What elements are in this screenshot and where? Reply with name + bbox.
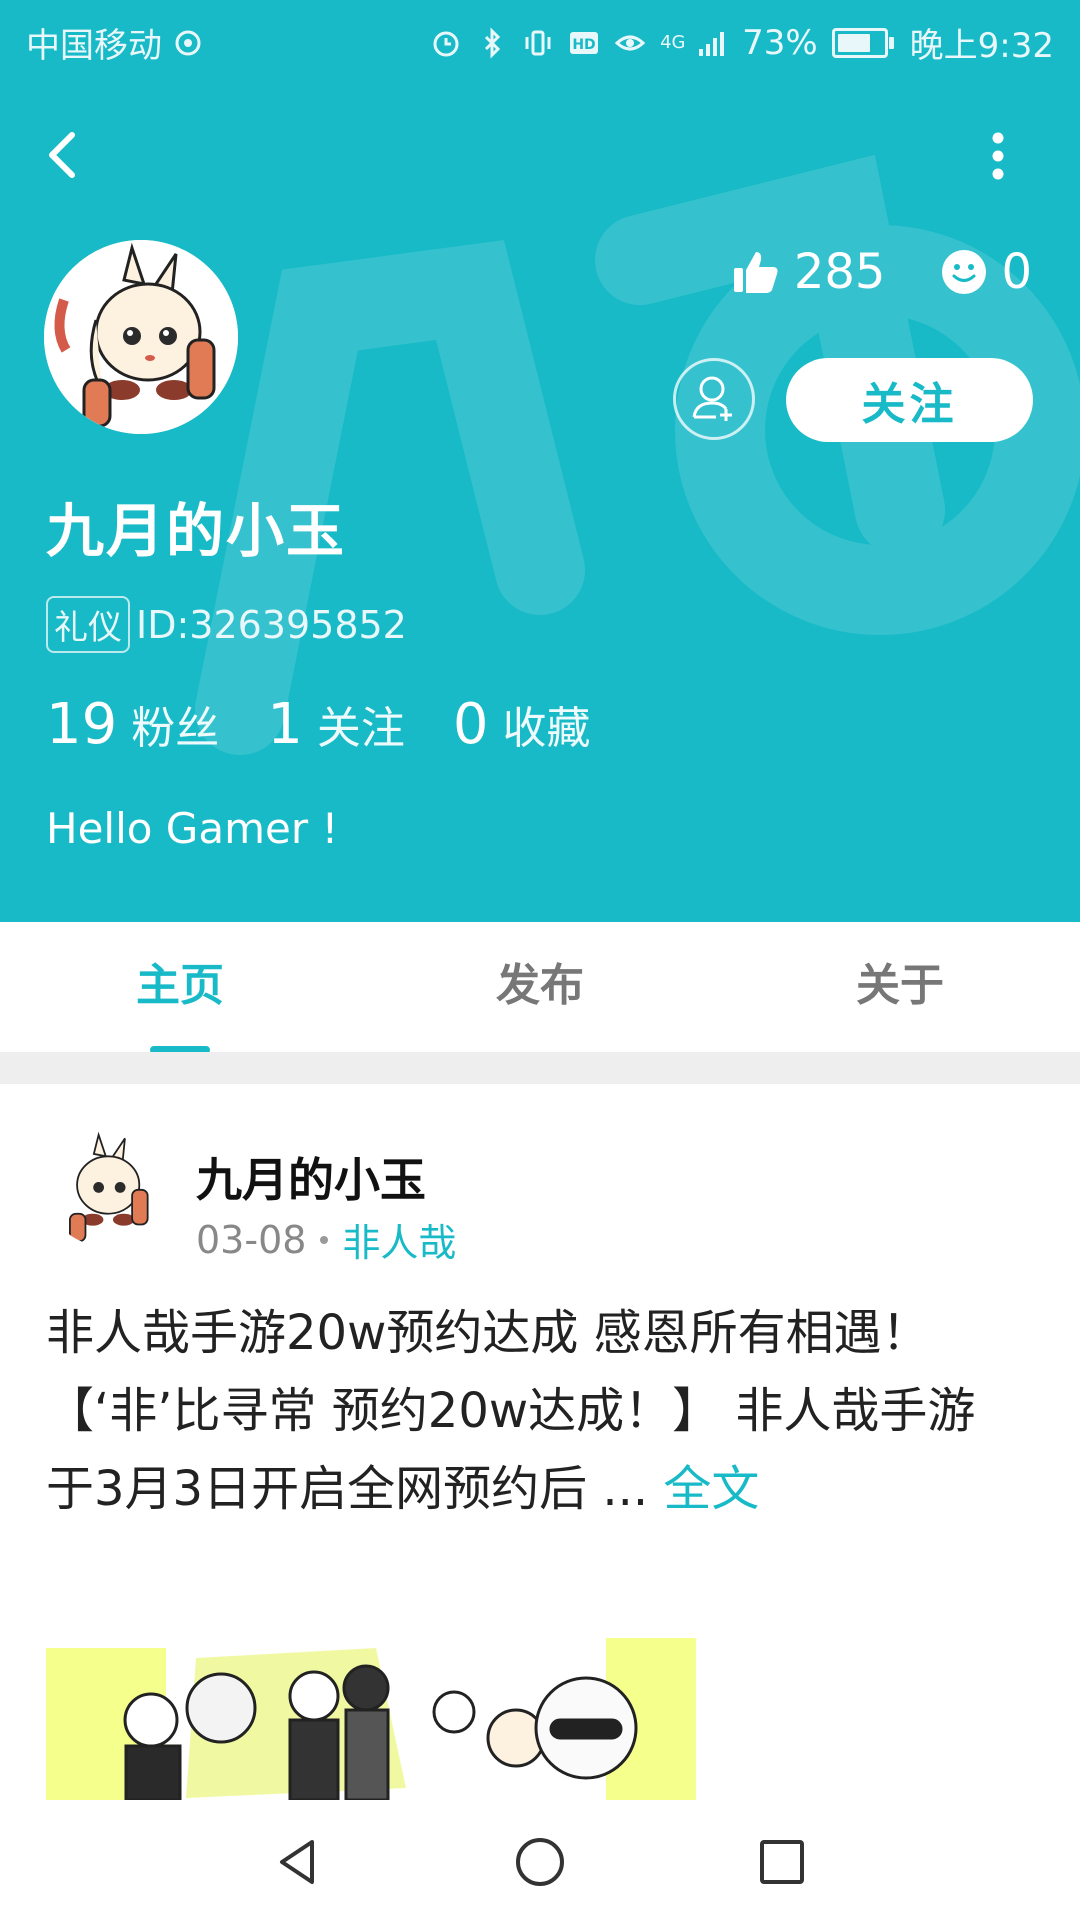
back-icon[interactable]: [38, 125, 90, 185]
post-card[interactable]: 九月的小玉 03-08 非人哉 非人哉手游20w预约达成 感恩所有相遇！ 【‘非…: [0, 1084, 1080, 1800]
eye-icon: [614, 35, 646, 50]
favorites-label[interactable]: 收藏: [503, 692, 591, 756]
followers-count[interactable]: 19: [46, 692, 117, 757]
following-label[interactable]: 关注: [317, 692, 405, 756]
add-friend-button[interactable]: [673, 358, 755, 440]
user-id-row: 礼仪 ID:326395852: [46, 596, 407, 653]
post-text-line2: 【‘非’比寻常 预约20w达成！】 非人哉手游于3月3日开启全网预约后 ...: [46, 1383, 976, 1517]
nav-back-icon[interactable]: [268, 1832, 328, 1892]
carrier-label: 中国移动: [26, 26, 162, 66]
tab-about[interactable]: 关于: [720, 922, 1080, 1052]
section-divider: [0, 1052, 1080, 1084]
post-avatar[interactable]: [46, 1130, 162, 1246]
post-topic[interactable]: 非人哉: [342, 1212, 456, 1267]
vibrate-icon: [525, 30, 551, 55]
follow-button[interactable]: 关注: [786, 358, 1033, 442]
user-tag: 礼仪: [46, 596, 130, 653]
tab-home[interactable]: 主页: [0, 922, 360, 1052]
smile-icon: [942, 250, 987, 294]
post-text-line1: 非人哉手游20w预约达成 感恩所有相遇！: [46, 1305, 930, 1361]
following-count[interactable]: 1: [267, 692, 303, 757]
profile-username: 九月的小玉: [46, 497, 347, 565]
likes-count: 285: [793, 244, 886, 300]
profile-header: 中国移动 HD 4G 73% 晚上9:32 285 0 关注 九月的小玉 礼仪 …: [0, 0, 1080, 922]
social-counts: 19 粉丝 1 关注 0 收藏: [46, 692, 639, 757]
hotspot-icon: [175, 30, 201, 55]
emoji-count: 0: [1001, 244, 1032, 300]
followers-label[interactable]: 粉丝: [131, 692, 219, 756]
reaction-stats: 285 0: [732, 244, 1032, 300]
read-more-link[interactable]: 全文: [663, 1461, 759, 1517]
post-image[interactable]: [46, 1628, 696, 1800]
avatar[interactable]: [44, 240, 238, 434]
signal-icon: [699, 31, 725, 56]
battery-icon: [831, 27, 894, 58]
tab-posts[interactable]: 发布: [360, 922, 720, 1052]
post-meta: 03-08 非人哉: [196, 1212, 456, 1267]
meta-separator: [320, 1235, 329, 1244]
watermark-logo: [195, 154, 1080, 755]
post-date: 03-08: [196, 1217, 307, 1262]
add-user-icon: [692, 376, 732, 421]
profile-tabs: 主页 发布 关于: [0, 922, 1080, 1052]
hd-icon: HD: [570, 31, 599, 54]
thumbs-up-icon: [733, 252, 778, 293]
favorites-count[interactable]: 0: [453, 692, 489, 757]
profile-bio: Hello Gamer !: [46, 804, 339, 853]
nav-recent-icon[interactable]: [752, 1832, 812, 1892]
user-id: ID:326395852: [136, 602, 407, 647]
status-bar: 中国移动 HD 4G 73% 晚上9:32: [0, 0, 1080, 76]
post-body[interactable]: 非人哉手游20w预约达成 感恩所有相遇！ 【‘非’比寻常 预约20w达成！】 非…: [46, 1294, 1006, 1528]
svg-text:HD: HD: [572, 37, 595, 53]
post-author[interactable]: 九月的小玉: [196, 1144, 426, 1210]
clock: 晚上9:32: [909, 26, 1054, 66]
post-image-illustration: [46, 1628, 696, 1800]
emoji-stat[interactable]: 0: [941, 244, 1032, 300]
bluetooth-icon: [485, 26, 501, 59]
likes-stat[interactable]: 285: [732, 244, 886, 300]
more-icon[interactable]: [980, 128, 1016, 184]
nav-home-icon[interactable]: [510, 1832, 570, 1892]
post-text-line2-wrap: 【‘非’比寻常 预约20w达成！】 非人哉手游于3月3日开启全网预约后 ... …: [46, 1372, 1006, 1528]
battery-percent: 73%: [742, 22, 818, 63]
alarm-icon: [433, 31, 459, 56]
avatar-illustration: [44, 240, 238, 434]
system-nav-bar: [0, 1800, 1080, 1920]
post-avatar-illustration: [46, 1130, 162, 1246]
network-type: 4G: [660, 31, 686, 53]
